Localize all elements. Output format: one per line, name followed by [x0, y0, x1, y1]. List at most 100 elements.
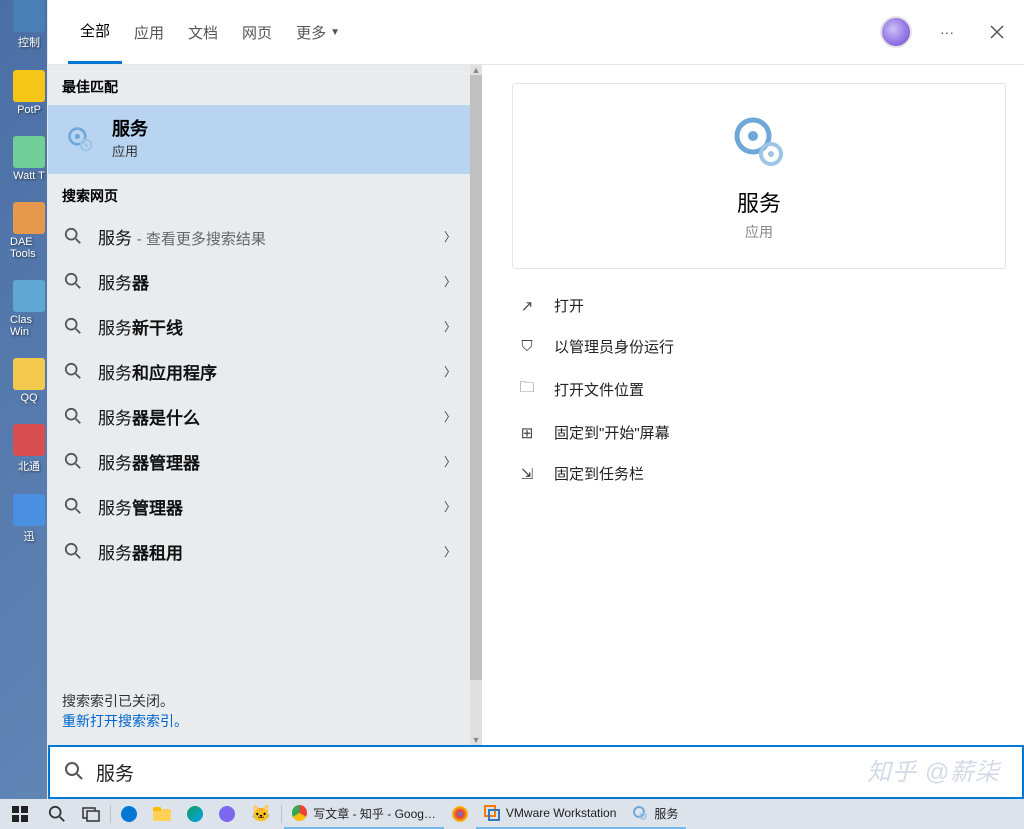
- chevron-right-icon: 〉: [444, 543, 456, 560]
- taskbar-separator: [110, 805, 111, 823]
- action-label: 固定到任务栏: [554, 463, 644, 484]
- results-pane: 最佳匹配 服务 应用 搜索网页 服务 - 查看更多搜索结果〉服务器〉服务新干线〉…: [48, 65, 470, 745]
- action-item[interactable]: 🗀 打开文件位置: [512, 367, 1006, 412]
- search-icon: [62, 497, 84, 515]
- web-result-item[interactable]: 服务新干线〉: [48, 304, 470, 349]
- search-input[interactable]: [96, 761, 1008, 783]
- taskbar-pinned-app2[interactable]: 🐱: [243, 799, 279, 829]
- search-icon: [62, 362, 84, 380]
- scroll-down-arrow[interactable]: ▼: [470, 735, 482, 745]
- action-icon: ⊞: [518, 424, 536, 442]
- more-options-button[interactable]: ···: [932, 17, 962, 47]
- results-scrollbar[interactable]: ▲ ▼: [470, 65, 482, 745]
- best-match-item[interactable]: 服务 应用: [48, 105, 470, 174]
- web-result-item[interactable]: 服务器管理器〉: [48, 439, 470, 484]
- tab-all[interactable]: 全部: [68, 0, 122, 64]
- action-icon: 🗀: [518, 377, 536, 402]
- search-tabs-header: 全部 应用 文档 网页 更多▼ ···: [48, 0, 1024, 65]
- desktop-icon[interactable]: DAE Tools: [10, 202, 48, 260]
- user-avatar[interactable]: [880, 16, 912, 48]
- start-button[interactable]: [0, 799, 40, 829]
- action-icon: ⇲: [518, 465, 536, 483]
- chevron-right-icon: 〉: [444, 228, 456, 245]
- services-large-icon: [729, 112, 789, 172]
- taskbar-running-vmware[interactable]: VMware Workstation: [476, 799, 624, 829]
- desktop-icon[interactable]: 迅: [10, 494, 48, 544]
- web-result-item[interactable]: 服务 - 查看更多搜索结果〉: [48, 214, 470, 259]
- web-result-item[interactable]: 服务管理器〉: [48, 484, 470, 529]
- best-match-title: 服务: [112, 119, 148, 141]
- search-input-bar: [48, 745, 1024, 799]
- detail-title: 服务: [737, 186, 781, 218]
- action-item[interactable]: ⇲ 固定到任务栏: [512, 453, 1006, 494]
- web-result-item[interactable]: 服务器〉: [48, 259, 470, 304]
- tab-apps[interactable]: 应用: [122, 0, 176, 64]
- best-match-subtitle: 应用: [112, 141, 148, 160]
- desktop-icon[interactable]: Watt T: [10, 136, 48, 182]
- detail-subtitle: 应用: [745, 222, 773, 242]
- task-view-button[interactable]: [74, 799, 108, 829]
- tab-more[interactable]: 更多▼: [284, 0, 352, 64]
- scroll-up-arrow[interactable]: ▲: [470, 65, 482, 75]
- result-text: 服务器管理器: [98, 449, 430, 474]
- result-text: 服务和应用程序: [98, 359, 430, 384]
- taskbar-pinned-app[interactable]: [113, 799, 145, 829]
- action-label: 固定到"开始"屏幕: [554, 422, 670, 443]
- chevron-right-icon: 〉: [444, 273, 456, 290]
- search-icon: [64, 761, 84, 784]
- action-item[interactable]: ⛉ 以管理员身份运行: [512, 326, 1006, 367]
- result-text: 服务管理器: [98, 494, 430, 519]
- action-label: 打开: [554, 295, 584, 316]
- action-icon: ⛉: [518, 338, 536, 355]
- search-icon: [62, 317, 84, 335]
- index-status-footer: 搜索索引已关闭。 重新打开搜索索引。: [48, 679, 470, 745]
- action-label: 打开文件位置: [554, 379, 644, 400]
- action-icon: ↗: [518, 297, 536, 315]
- web-result-item[interactable]: 服务和应用程序〉: [48, 349, 470, 394]
- search-icon: [62, 227, 84, 245]
- detail-card: 服务 应用: [512, 83, 1006, 269]
- desktop-icon[interactable]: QQ: [10, 358, 48, 404]
- action-item[interactable]: ⊞ 固定到"开始"屏幕: [512, 412, 1006, 453]
- tab-docs[interactable]: 文档: [176, 0, 230, 64]
- services-icon: [62, 121, 98, 157]
- detail-pane: 服务 应用 ↗ 打开 ⛉ 以管理员身份运行 🗀 打开文件位置 ⊞ 固定到"开始"屏幕 ⇲ 固定到任…: [482, 65, 1024, 745]
- result-text: 服务器租用: [98, 539, 430, 564]
- desktop-icon[interactable]: PotP: [10, 70, 48, 116]
- search-icon: [62, 407, 84, 425]
- taskbar-pinned-explorer[interactable]: [145, 799, 179, 829]
- action-label: 以管理员身份运行: [554, 336, 674, 357]
- chevron-down-icon: ▼: [330, 27, 340, 38]
- result-text: 服务 - 查看更多搜索结果: [98, 224, 430, 249]
- taskbar-separator: [281, 805, 282, 823]
- taskbar-pinned-camera[interactable]: [211, 799, 243, 829]
- action-item[interactable]: ↗ 打开: [512, 285, 1006, 326]
- taskbar-pinned-copilot[interactable]: [444, 799, 476, 829]
- close-button[interactable]: [982, 17, 1012, 47]
- tab-web[interactable]: 网页: [230, 0, 284, 64]
- desktop-icon[interactable]: 北通: [10, 424, 48, 474]
- result-text: 服务器: [98, 269, 430, 294]
- index-status-text: 搜索索引已关闭。: [62, 691, 456, 711]
- desktop-icon[interactable]: Clas Win: [10, 280, 48, 338]
- scroll-thumb[interactable]: [470, 75, 482, 680]
- chevron-right-icon: 〉: [444, 363, 456, 380]
- search-icon: [62, 272, 84, 290]
- desktop-icons-column: 控制 PotP Watt T DAE Tools Clas Win QQ 北通 …: [10, 0, 48, 544]
- search-body: 最佳匹配 服务 应用 搜索网页 服务 - 查看更多搜索结果〉服务器〉服务新干线〉…: [48, 65, 1024, 745]
- result-text: 服务新干线: [98, 314, 430, 339]
- taskbar-pinned-edge[interactable]: [179, 799, 211, 829]
- chevron-right-icon: 〉: [444, 498, 456, 515]
- search-icon: [62, 452, 84, 470]
- chevron-right-icon: 〉: [444, 453, 456, 470]
- web-result-item[interactable]: 服务器是什么〉: [48, 394, 470, 439]
- chevron-right-icon: 〉: [444, 318, 456, 335]
- taskbar-running-services[interactable]: 服务: [624, 799, 686, 829]
- taskbar: 🐱 写文章 - 知乎 - Goog… VMware Workstation 服务: [0, 799, 1024, 829]
- taskbar-running-chrome[interactable]: 写文章 - 知乎 - Goog…: [284, 799, 444, 829]
- desktop-icon[interactable]: 控制: [10, 0, 48, 50]
- reopen-index-link[interactable]: 重新打开搜索索引。: [62, 713, 188, 729]
- taskbar-search-button[interactable]: [40, 799, 74, 829]
- section-best-match: 最佳匹配: [48, 65, 470, 105]
- web-result-item[interactable]: 服务器租用〉: [48, 529, 470, 574]
